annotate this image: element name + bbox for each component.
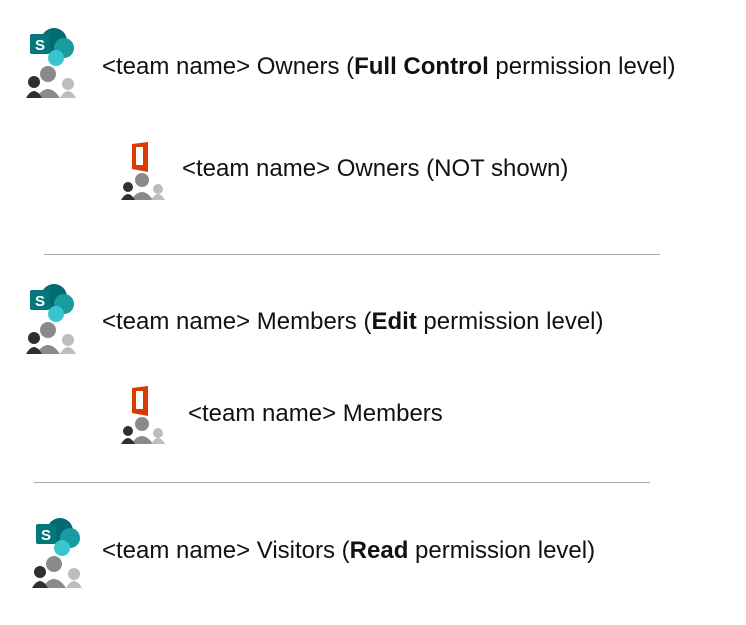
- svg-text:S: S: [41, 527, 51, 544]
- owners-office-label: <team name> Owners (NOT shown): [182, 155, 569, 182]
- visitors-sharepoint-group: S <team name> Visitors (Read permission …: [30, 516, 595, 592]
- visitors-sharepoint-label: <team name> Visitors (Read permission le…: [102, 537, 596, 564]
- members-sharepoint-group: S <team name> Members (Edit permission l…: [24, 282, 604, 358]
- svg-text:S: S: [35, 37, 45, 54]
- members-sharepoint-label: <team name> Members (Edit permission lev…: [102, 308, 604, 335]
- divider: [34, 482, 650, 483]
- members-office-label: <team name> Members: [188, 400, 443, 427]
- sharepoint-group-icon: S: [26, 284, 76, 354]
- owners-sharepoint-group: S <team name> Owners (Full Control permi…: [24, 26, 675, 102]
- sharepoint-group-icon: S: [32, 518, 82, 588]
- divider: [44, 254, 660, 255]
- svg-text:S: S: [35, 293, 45, 310]
- owners-office-group: <team name> Owners (NOT shown): [118, 142, 568, 202]
- office-group-icon: [121, 386, 165, 444]
- owners-sharepoint-label: <team name> Owners (Full Control permiss…: [102, 53, 676, 80]
- sharepoint-group-icon: S: [26, 28, 76, 98]
- members-office-group: <team name> Members: [118, 386, 443, 446]
- office-group-icon: [121, 142, 165, 200]
